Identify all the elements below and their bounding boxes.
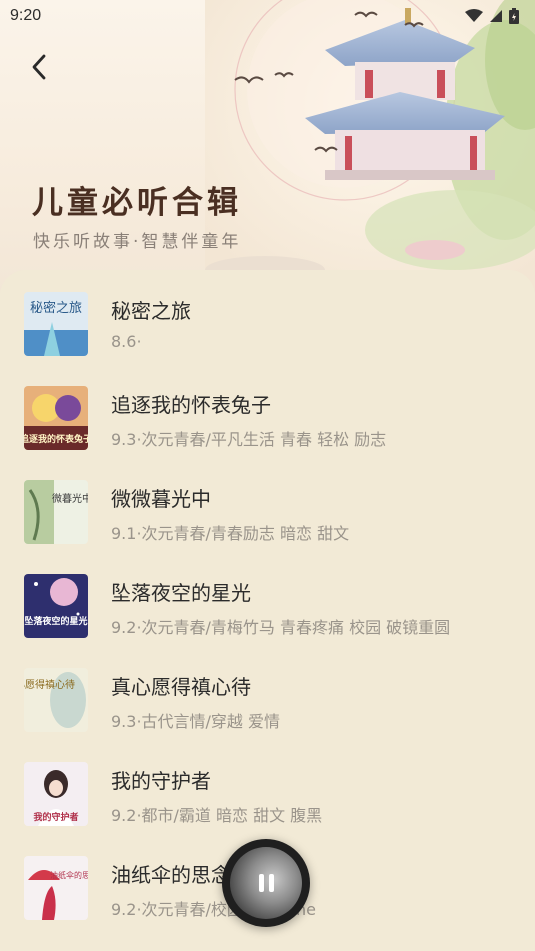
book-item[interactable]: 微暮光中 微微暮光中 9.1·次元青春/青春励志 暗恋 甜文 <box>0 458 535 552</box>
player-disc <box>230 847 302 919</box>
book-item[interactable]: 真心愿得禛心待 真心愿得禛心待 9.3·古代言情/穿越 爱情 <box>0 646 535 740</box>
page-title: 儿童必听合辑 <box>32 185 242 221</box>
book-meta: 9.2·次元青春/青梅竹马 青春疼痛 校园 破镜重圆 <box>111 618 451 637</box>
cover-image: 我的守护者 <box>24 762 88 826</box>
book-meta: 8.6· <box>111 332 142 351</box>
svg-text:坠落夜空的星光: 坠落夜空的星光 <box>24 615 87 627</box>
cover-image: 秘密之旅 <box>24 292 88 356</box>
book-title: 坠落夜空的星光 <box>111 581 251 605</box>
book-cover: 坠落夜空的星光 <box>24 574 88 638</box>
page-subtitle: 快乐听故事·智慧伴童年 <box>33 232 242 252</box>
book-title: 真心愿得禛心待 <box>111 675 251 699</box>
book-cover: 秘密之旅 <box>24 292 88 356</box>
cover-image: 坠落夜空的星光 <box>24 574 88 638</box>
battery-icon <box>509 8 519 24</box>
status-icons <box>465 8 519 24</box>
floating-player-button[interactable] <box>222 839 310 927</box>
cover-image: 油纸伞的思念 <box>24 856 88 920</box>
book-cover: 油纸伞的思念 <box>24 856 88 920</box>
book-meta: 9.2·都市/霸道 暗恋 甜文 腹黑 <box>111 806 323 825</box>
book-cover: 追逐我的怀表兔子 <box>24 386 88 450</box>
book-item[interactable]: 我的守护者 我的守护者 9.2·都市/霸道 暗恋 甜文 腹黑 <box>0 740 535 834</box>
book-title: 油纸伞的思念 <box>111 863 231 887</box>
book-title: 我的守护者 <box>111 769 211 793</box>
svg-text:微暮光中: 微暮光中 <box>52 492 88 505</box>
header-banner: 9:20 儿童必听合辑 快乐听故事·智慧伴童年 <box>0 0 535 300</box>
book-title: 微微暮光中 <box>111 487 211 511</box>
svg-text:我的守护者: 我的守护者 <box>33 811 78 823</box>
cover-image: 微暮光中 <box>24 480 88 544</box>
pause-icon <box>258 874 274 892</box>
book-item[interactable]: 坠落夜空的星光 坠落夜空的星光 9.2·次元青春/青梅竹马 青春疼痛 校园 破镜… <box>0 552 535 646</box>
svg-text:秘密之旅: 秘密之旅 <box>30 300 82 316</box>
status-bar: 9:20 <box>0 0 535 32</box>
book-cover: 微暮光中 <box>24 480 88 544</box>
status-time: 9:20 <box>10 7 42 24</box>
book-title: 追逐我的怀表兔子 <box>111 393 271 417</box>
book-meta: 9.3·次元青春/平凡生活 青春 轻松 励志 <box>111 430 387 449</box>
book-meta: 9.3·古代言情/穿越 爱情 <box>111 712 281 731</box>
wifi-icon <box>465 9 483 22</box>
svg-text:油纸伞的思念: 油纸伞的思念 <box>50 870 88 880</box>
book-item[interactable]: 追逐我的怀表兔子 追逐我的怀表兔子 9.3·次元青春/平凡生活 青春 轻松 励志 <box>0 364 535 458</box>
chevron-left-icon <box>32 54 46 80</box>
book-cover: 真心愿得禛心待 <box>24 668 88 732</box>
book-cover: 我的守护者 <box>24 762 88 826</box>
book-title: 秘密之旅 <box>111 299 191 323</box>
svg-text:真心愿得禛心待: 真心愿得禛心待 <box>24 678 75 691</box>
signal-icon <box>490 10 502 22</box>
cover-image: 追逐我的怀表兔子 <box>24 386 88 450</box>
pavilion-illustration <box>205 0 535 300</box>
book-item[interactable]: 秘密之旅 秘密之旅 8.6· <box>0 270 535 364</box>
cover-image: 真心愿得禛心待 <box>24 668 88 732</box>
svg-text:追逐我的怀表兔子: 追逐我的怀表兔子 <box>24 433 88 445</box>
back-button[interactable] <box>22 50 56 84</box>
book-meta: 9.1·次元青春/青春励志 暗恋 甜文 <box>111 524 350 543</box>
